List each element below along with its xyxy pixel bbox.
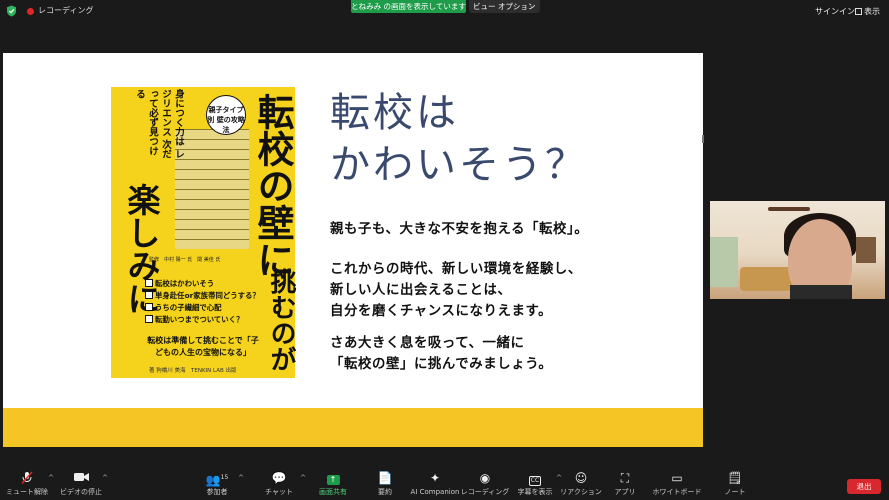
book-subtitle: 身につく力は レジリエンス 次だって必ず見つける — [134, 89, 184, 159]
checklist-text: 転勤いつまでついていく？ — [155, 315, 244, 324]
view-options-label: ビュー オプション — [473, 2, 536, 11]
whiteboard-label: ホワイトボード — [652, 488, 702, 496]
paragraph-line: さあ大きく息を吸って、一緒に — [330, 336, 525, 351]
ceiling-fan — [768, 207, 810, 211]
checkbox-icon — [145, 291, 153, 299]
view-button[interactable]: 表示 — [855, 6, 880, 17]
recording-dot-icon — [27, 8, 34, 15]
video-button[interactable]: ビデオの停止 ^ — [54, 471, 108, 498]
checklist-item: 転校はかわいそう — [145, 278, 263, 290]
paragraph-line: 自分を磨くチャンスになりえます。 — [330, 304, 553, 319]
notes-icon: 🗒 — [727, 471, 743, 485]
book-checklist: 転校はかわいそう 単身赴任or家族帯同どうする？ うちの子繊細で心配 転勤いつま… — [145, 278, 263, 326]
share-label: 画面共有 — [319, 488, 347, 496]
grid-icon — [855, 8, 862, 15]
chevron-up-icon[interactable]: ^ — [102, 474, 108, 482]
paragraph-line: 親も子も、大きな不安を抱える「転校」。 — [330, 222, 589, 237]
apps-label: アプリ — [614, 488, 636, 496]
share-screen-button[interactable]: ↑ 画面共有 — [306, 471, 360, 498]
shared-slide: 身につく力は レジリエンス 次だって必ず見つける 親子タイプ別 壁の攻略法 転校… — [3, 53, 703, 447]
recording-button-label: レコーディング — [460, 488, 510, 496]
top-bar: レコーディング とねみみ の画面を表示しています ビュー オプション ⌄ サイン… — [0, 0, 889, 22]
participant-video[interactable] — [710, 201, 885, 299]
slide-headline: 転校は かわいそう？ — [330, 87, 588, 191]
notes-button[interactable]: 🗒 ノート — [708, 471, 762, 498]
checkbox-icon — [145, 279, 153, 287]
checklist-item: うちの子繊細で心配 — [145, 302, 263, 314]
checklist-text: うちの子繊細で心配 — [155, 303, 222, 312]
participants-label: 参加者 — [206, 488, 228, 496]
paragraph-line: これからの時代、新しい環境を経験し、 — [330, 262, 582, 277]
book-title-right: 挑むのが — [266, 268, 296, 372]
paragraph-line: 新しい人に出会えることは、 — [330, 283, 512, 298]
whiteboard-button[interactable]: ▭ ホワイトボード — [650, 471, 704, 498]
slide-paragraph: 親も子も、大きな不安を抱える「転校」。 — [330, 219, 588, 240]
slide-paragraph: これからの時代、新しい環境を経験し、 新しい人に出会えることは、 自分を磨くチャ… — [330, 259, 582, 322]
book-cover: 身につく力は レジリエンス 次だって必ず見つける 親子タイプ別 壁の攻略法 転校… — [111, 87, 296, 378]
notes-label: ノート — [724, 488, 746, 496]
checklist-item: 転勤いつまでついていく？ — [145, 314, 263, 326]
checkbox-icon — [145, 315, 153, 323]
book-publisher: 著 狗橋川 美海 TENKIN LAB 出版 — [149, 368, 237, 374]
participants-button[interactable]: 👥15 参加者 ^ — [190, 471, 244, 498]
ai-companion-button[interactable]: ✦ AI Companion — [408, 471, 462, 498]
video-camera-icon — [54, 471, 108, 485]
view-label: 表示 — [864, 7, 880, 16]
sparkle-icon: ✦ — [429, 471, 441, 485]
sign-in-link[interactable]: サインイン — [815, 6, 855, 17]
chevron-down-icon: ⌄ — [529, 2, 535, 10]
slide-bottom-band — [3, 408, 703, 447]
recording-label[interactable]: レコーディング — [38, 5, 93, 16]
mute-button[interactable]: ミュート解除 ^ — [0, 471, 54, 498]
slide-paragraph: さあ大きく息を吸って、一緒に 「転校の壁」に挑んでみましょう。 — [330, 333, 552, 375]
participant-shirt — [790, 285, 852, 299]
headline-line: かわいそう？ — [330, 142, 588, 188]
book-title-top: 転校の壁に — [251, 93, 295, 278]
screen-share-banner: とねみみ の画面を表示しています — [351, 0, 466, 13]
participants-count: 15 — [220, 474, 229, 481]
summary-button[interactable]: 📄 要約 — [358, 471, 412, 498]
chat-button[interactable]: 💬 チャット ^ — [252, 471, 306, 498]
share-screen-icon: ↑ — [306, 471, 360, 485]
checkbox-icon — [145, 303, 153, 311]
background-window — [710, 237, 738, 287]
view-options-button[interactable]: ビュー オプション ⌄ — [469, 0, 540, 13]
slide-scroll-handle[interactable] — [702, 135, 704, 143]
chevron-up-icon[interactable]: ^ — [238, 474, 244, 482]
meeting-toolbar: ミュート解除 ^ ビデオの停止 ^ 👥15 参加者 ^ 💬 チャット ^ ↑ 画… — [0, 469, 889, 500]
chat-label: チャット — [265, 488, 293, 496]
shield-icon[interactable] — [6, 5, 17, 17]
checklist-text: 単身赴任or家族帯同どうする？ — [155, 291, 260, 300]
mute-label: ミュート解除 — [6, 488, 48, 496]
video-label: ビデオの停止 — [60, 488, 102, 496]
recording-button[interactable]: ◉ レコーディング — [458, 471, 512, 498]
headline-line: 転校は — [330, 90, 459, 136]
book-badge: 親子タイプ別 壁の攻略法 — [206, 95, 246, 135]
apps-icon: ⛶ — [620, 471, 630, 485]
chat-bubble-icon: 💬 — [271, 471, 287, 485]
record-icon: ◉ — [479, 471, 491, 485]
checklist-text: 転校はかわいそう — [155, 279, 215, 288]
book-wall-illustration — [175, 129, 249, 249]
summary-label: 要約 — [378, 488, 392, 496]
book-tagline: 転校は準備して挑むことで「子どもの人生の宝物になる」 — [147, 336, 259, 357]
paragraph-line: 「転校の壁」に挑んでみましょう。 — [330, 357, 553, 372]
background-art — [856, 237, 876, 263]
microphone-muted-icon — [0, 471, 54, 485]
participants-icon: 👥15 — [205, 473, 229, 487]
whiteboard-icon: ▭ — [671, 471, 683, 485]
document-summary-icon: 📄 — [377, 471, 393, 485]
checklist-item: 単身赴任or家族帯同どうする？ — [145, 290, 263, 302]
leave-button[interactable]: 退出 — [847, 479, 881, 494]
apps-button[interactable]: ⛶ アプリ — [598, 471, 652, 498]
ai-companion-label: AI Companion — [410, 488, 460, 496]
